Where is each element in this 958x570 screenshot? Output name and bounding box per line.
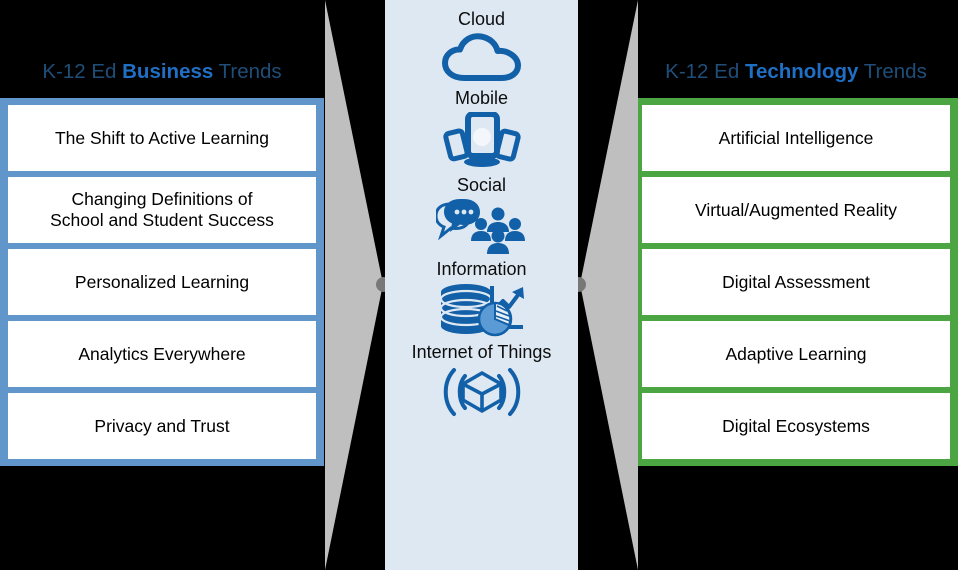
trend-label: Virtual/Augmented Reality bbox=[694, 199, 897, 220]
trend-box[interactable]: Digital Ecosystems bbox=[642, 393, 950, 459]
center-label: Mobile bbox=[454, 87, 509, 108]
center-label: Social bbox=[456, 174, 507, 195]
database-analytics-icon bbox=[439, 283, 525, 337]
trend-label: Digital Assessment bbox=[722, 271, 870, 292]
center-label: Information bbox=[436, 259, 527, 280]
right-panel-title: K-12 Ed Technology Trends bbox=[634, 60, 958, 84]
cloud-icon bbox=[441, 33, 522, 83]
diagram-canvas: K-12 Ed Business Trends The Shift to Act… bbox=[0, 0, 958, 570]
social-people-chat-icon bbox=[433, 198, 528, 255]
trend-box[interactable]: Privacy and Trust bbox=[8, 393, 316, 459]
trend-label: Analytics Everywhere bbox=[78, 343, 246, 364]
center-item-cloud[interactable]: Cloud bbox=[385, 9, 578, 83]
left-title-accent: Business bbox=[122, 60, 214, 83]
left-title-prefix: K-12 Ed bbox=[42, 60, 123, 83]
right-title-accent: Technology bbox=[744, 60, 859, 83]
technology-trends-panel: Artificial Intelligence Virtual/Augmente… bbox=[634, 98, 958, 466]
trend-box[interactable]: Adaptive Learning bbox=[642, 321, 950, 387]
trend-label: Artificial Intelligence bbox=[718, 127, 874, 148]
trend-label: Adaptive Learning bbox=[725, 343, 867, 364]
center-label: Internet of Things bbox=[411, 342, 552, 363]
trend-box[interactable]: Virtual/Augmented Reality bbox=[642, 177, 950, 243]
trend-box[interactable]: The Shift to Active Learning bbox=[8, 105, 316, 171]
left-title-suffix: Trends bbox=[213, 60, 282, 83]
business-trends-panel: The Shift to Active Learning Changing De… bbox=[0, 98, 324, 466]
right-title-suffix: Trends bbox=[858, 60, 927, 83]
center-item-social[interactable]: Social bbox=[385, 174, 578, 255]
iot-cube-signal-icon bbox=[439, 366, 525, 418]
mobile-devices-icon bbox=[442, 110, 522, 170]
trend-box[interactable]: Personalized Learning bbox=[8, 249, 316, 315]
center-technology-column: Cloud Mobile Social Information Internet… bbox=[385, 0, 578, 570]
center-item-information[interactable]: Information bbox=[385, 260, 578, 337]
trend-label: The Shift to Active Learning bbox=[54, 127, 270, 148]
trend-box[interactable]: Artificial Intelligence bbox=[642, 105, 950, 171]
trend-label: Personalized Learning bbox=[74, 271, 250, 292]
right-title-prefix: K-12 Ed bbox=[665, 60, 745, 83]
trend-label: Privacy and Trust bbox=[94, 415, 230, 436]
trend-box[interactable]: Digital Assessment bbox=[642, 249, 950, 315]
center-label: Cloud bbox=[457, 9, 506, 29]
center-item-mobile[interactable]: Mobile bbox=[385, 87, 578, 170]
trend-box[interactable]: Analytics Everywhere bbox=[8, 321, 316, 387]
right-chevron-arrow bbox=[580, 0, 638, 570]
trend-label: Changing Definitions of School and Studen… bbox=[50, 189, 274, 230]
center-item-internet-of-things[interactable]: Internet of Things bbox=[385, 342, 578, 418]
trend-box[interactable]: Changing Definitions of School and Studen… bbox=[8, 177, 316, 243]
trend-label: Digital Ecosystems bbox=[722, 415, 870, 436]
left-panel-title: K-12 Ed Business Trends bbox=[0, 60, 324, 84]
